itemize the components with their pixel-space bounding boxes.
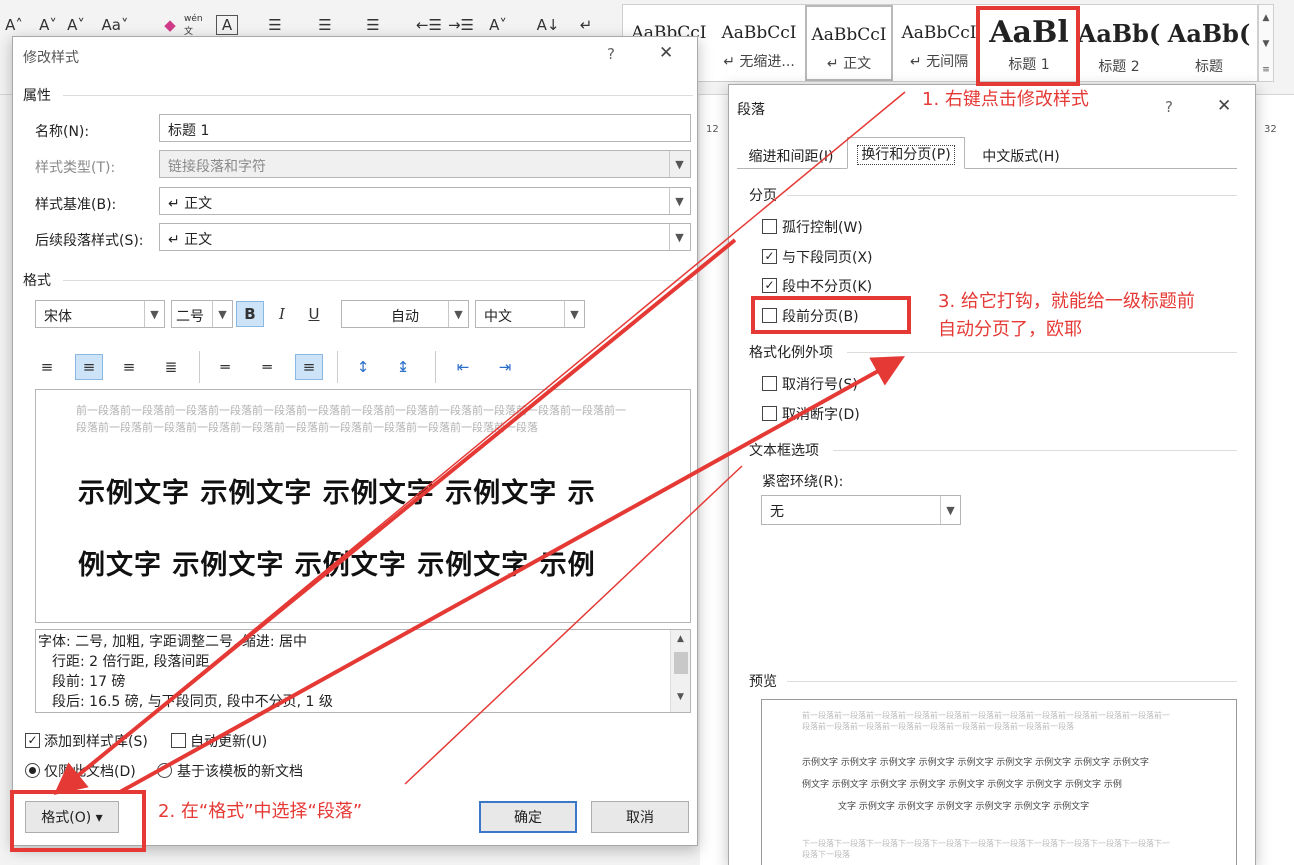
annotation-step1: 1. 右键点击修改样式 xyxy=(922,89,1089,110)
annotation-step3-line1: 3. 给它打钩，就能给一级标题前 xyxy=(938,291,1195,312)
arrow-thin-step3 xyxy=(404,465,743,785)
annotation-arrows xyxy=(53,91,906,796)
annotation-step2: 2. 在“格式”中选择“段落” xyxy=(158,801,363,822)
highlight-format-button xyxy=(10,790,146,852)
highlight-page-break-before xyxy=(751,296,911,334)
annotation-step3-line2: 自动分页了，欧耶 xyxy=(938,319,1082,340)
arrow-thick-step2 xyxy=(53,238,737,796)
highlight-heading1 xyxy=(976,6,1080,86)
